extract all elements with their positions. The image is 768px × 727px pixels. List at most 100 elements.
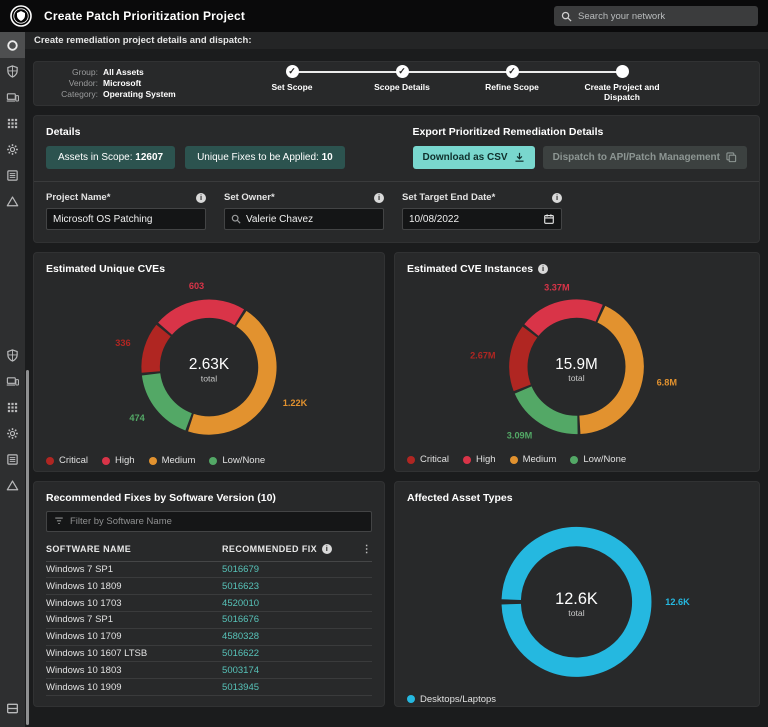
info-icon[interactable] (322, 544, 332, 554)
donut-center-value: 12.6K (555, 590, 598, 608)
asset-types-title: Affected Asset Types (407, 492, 513, 504)
sidebar-item-alert-triangle-icon[interactable] (0, 188, 25, 214)
software-name-cell: Windows 10 1709 (46, 631, 222, 642)
sidebar-item-target-icon[interactable] (0, 32, 25, 58)
app-logo-icon[interactable] (10, 5, 32, 27)
input-wrap[interactable] (224, 208, 384, 230)
legend-dot-icon (407, 456, 415, 464)
sidebar-item-grid-icon[interactable] (0, 394, 25, 420)
info-icon[interactable] (538, 264, 548, 274)
software-name-cell: Windows 7 SP1 (46, 564, 222, 575)
sidebar-item-report-icon[interactable] (0, 446, 25, 472)
donut-center-value: 15.9M (555, 356, 598, 373)
field-input[interactable] (246, 214, 377, 225)
col-recommended-fix[interactable]: RECOMMENDED FIX (222, 544, 317, 554)
recommended-fix-link[interactable]: 5016622 (222, 648, 259, 659)
table-header: SOFTWARE NAME RECOMMENDED FIX ⋮ (46, 540, 372, 562)
cve-instances-donut: 3.37M6.8M3.09M2.67M15.9Mtotal (395, 275, 759, 454)
search-icon (561, 11, 572, 22)
bottom-row: Recommended Fixes by Software Version (1… (33, 481, 760, 707)
table-row: Windows 7 SP15016679 (46, 562, 372, 579)
legend-item-high[interactable]: High (102, 455, 135, 466)
unique-cves-donut: 6031.22K4743362.63Ktotal (34, 275, 384, 455)
legend-item-critical[interactable]: Critical (46, 455, 88, 466)
recommended-fix-link[interactable]: 5016623 (222, 581, 259, 592)
dispatch-button[interactable]: Dispatch to API/Patch Management (543, 146, 747, 169)
kebab-icon[interactable]: ⋮ (362, 544, 372, 555)
asset-types-card: Affected Asset Types 12.6K12.6Ktotal Des… (394, 481, 760, 707)
step-current-dot (616, 65, 629, 78)
calendar-icon[interactable] (543, 213, 555, 225)
details-title: Details (46, 126, 345, 138)
donut-segment-low-none[interactable] (151, 374, 189, 421)
sidebar-item-shield-icon[interactable] (0, 58, 25, 84)
step-check-icon: ✓ (286, 65, 299, 78)
field-input[interactable] (409, 214, 538, 225)
recommended-fix-link[interactable]: 5016676 (222, 614, 259, 625)
recommended-fix-link[interactable]: 4580328 (222, 631, 259, 642)
step-check-icon: ✓ (396, 65, 409, 78)
subheader-text: Create remediation project details and d… (34, 35, 252, 46)
table-row: Windows 10 19095013945 (46, 679, 372, 696)
page-title: Create Patch Prioritization Project (44, 9, 245, 23)
search-input[interactable] (578, 11, 751, 22)
legend-item-critical[interactable]: Critical (407, 454, 449, 465)
fixes-table-title: Recommended Fixes by Software Version (1… (46, 492, 372, 504)
table-row: Windows 10 18035003174 (46, 662, 372, 679)
input-wrap[interactable] (402, 208, 562, 230)
scope-meta-row: Category:Operating System (46, 89, 221, 100)
donut-segment-critical[interactable] (151, 331, 164, 372)
recommended-fix-link[interactable]: 4520010 (222, 598, 259, 609)
unique-cves-card: Estimated Unique CVEs 6031.22K4743362.63… (33, 252, 385, 472)
legend-item-desktops-laptops[interactable]: Desktops/Laptops (407, 694, 496, 705)
legend-item-high[interactable]: High (463, 454, 496, 465)
info-icon[interactable] (196, 193, 206, 203)
footer-bar: ← Back Create Exit to Project List → (33, 716, 760, 727)
info-icon[interactable] (374, 193, 384, 203)
global-search[interactable] (554, 6, 758, 26)
donut-value-label: 12.6K (665, 597, 690, 607)
sidebar-item-devices-icon[interactable] (0, 368, 25, 394)
details-badge: Unique Fixes to be Applied: 10 (185, 146, 345, 169)
donut-segment-low-none[interactable] (523, 390, 577, 425)
donut-value-label: 6.8M (657, 377, 678, 387)
sidebar-item-shield-icon[interactable] (0, 342, 25, 368)
recommended-fix-link[interactable]: 5016679 (222, 564, 259, 575)
field-input[interactable] (53, 214, 199, 225)
scope-meta-row: Group:All Assets (46, 67, 221, 78)
legend-item-medium[interactable]: Medium (149, 455, 196, 466)
donut-segment-high[interactable] (165, 309, 239, 329)
sidebar-item-devices-icon[interactable] (0, 84, 25, 110)
scrollbar-thumb[interactable] (26, 370, 29, 725)
recommended-fix-link[interactable]: 5003174 (222, 665, 259, 676)
filter-input[interactable] (70, 516, 364, 527)
legend-item-medium[interactable]: Medium (510, 454, 557, 465)
field-set-owner-: Set Owner* (224, 192, 384, 230)
download-csv-button[interactable]: Download as CSV (413, 146, 535, 169)
sidebar-item-grid-icon[interactable] (0, 110, 25, 136)
donut-segment-critical[interactable] (518, 332, 530, 388)
legend-dot-icon (510, 456, 518, 464)
step-label: Refine Scope (457, 82, 567, 92)
details-badges: Assets in Scope: 12607Unique Fixes to be… (46, 146, 345, 169)
donut-center-label: total (568, 608, 584, 618)
donut-value-label: 336 (115, 338, 130, 348)
legend-item-low-none[interactable]: Low/None (570, 454, 626, 465)
recommended-fix-link[interactable]: 5013945 (222, 682, 259, 693)
info-icon[interactable] (552, 193, 562, 203)
unique-cves-title: Estimated Unique CVEs (46, 263, 165, 275)
donut-center-value: 2.63K (189, 356, 230, 373)
sidebar-item-console-icon[interactable] (0, 695, 25, 721)
export-title: Export Prioritized Remediation Details (413, 126, 747, 138)
sidebar-item-report-icon[interactable] (0, 162, 25, 188)
sidebar-item-alert-triangle-icon[interactable] (0, 472, 25, 498)
sidebar-item-gear-icon[interactable] (0, 420, 25, 446)
legend-item-low-none[interactable]: Low/None (209, 455, 265, 466)
sidebar-item-gear-icon[interactable] (0, 136, 25, 162)
col-software-name[interactable]: SOFTWARE NAME (46, 544, 222, 554)
software-filter[interactable] (46, 511, 372, 532)
table-row: Windows 10 18095016623 (46, 578, 372, 595)
donut-segment-high[interactable] (531, 309, 599, 330)
input-wrap[interactable] (46, 208, 206, 230)
donut-value-label: 1.22K (283, 398, 308, 408)
